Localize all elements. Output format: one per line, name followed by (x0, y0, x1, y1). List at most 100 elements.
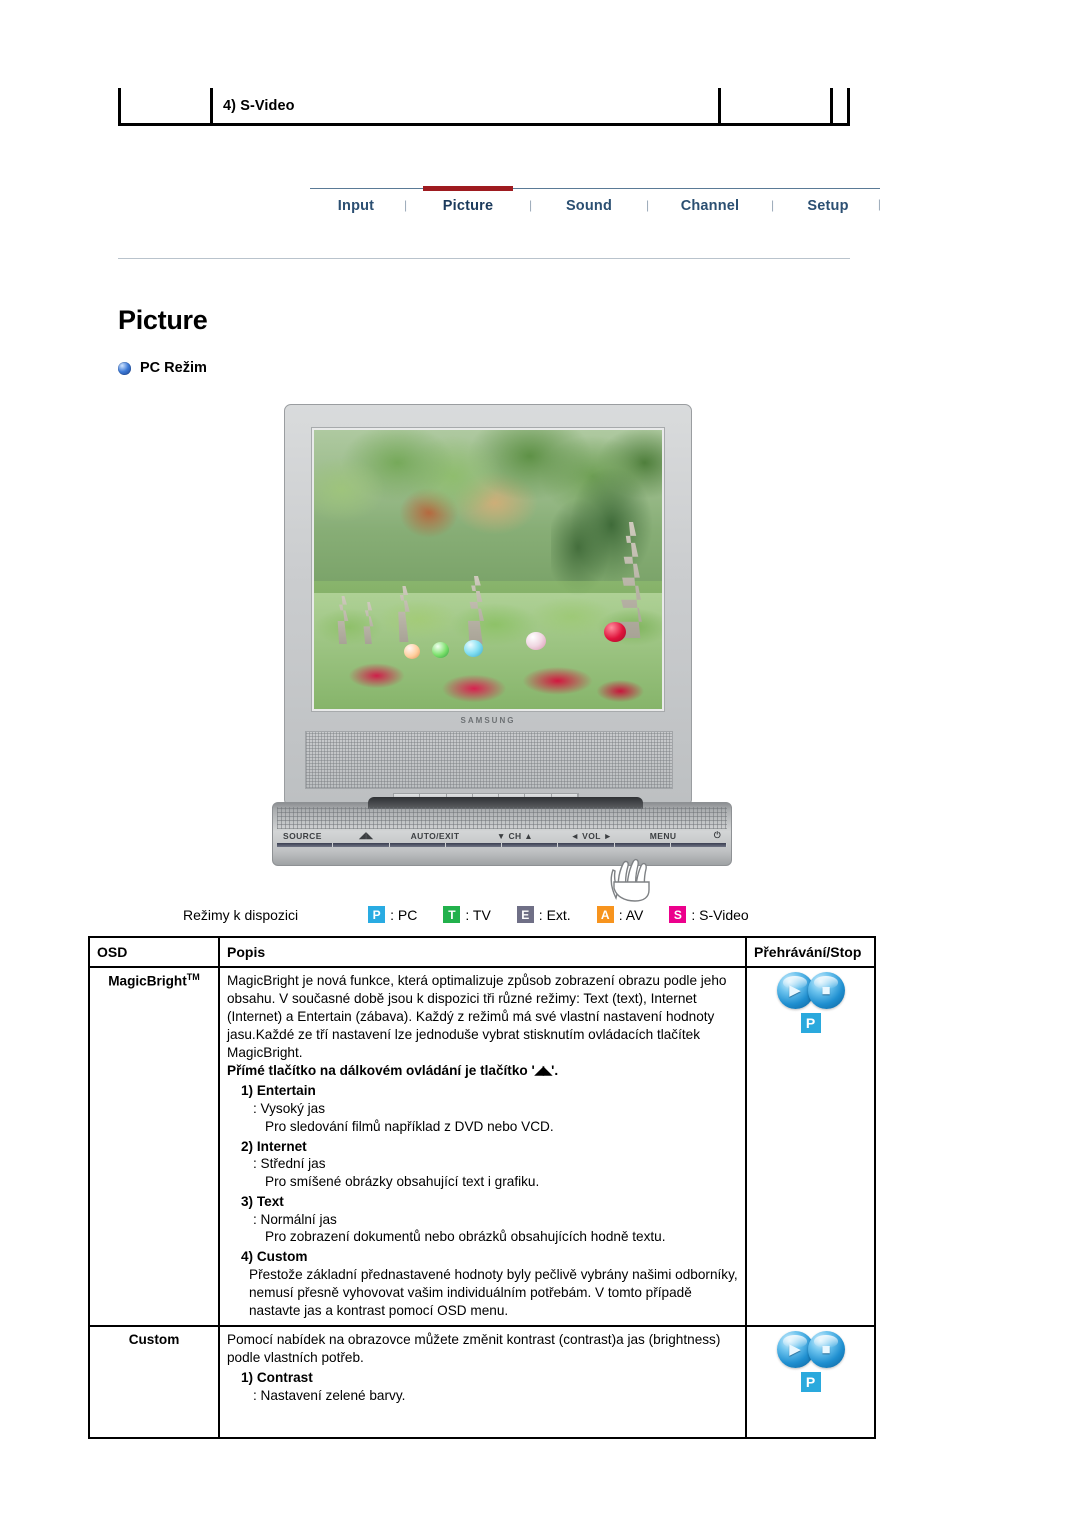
section-nav: Input | Picture | Sound | Channel | Setu… (310, 186, 881, 214)
mode-item-value: : Nastavení zelené barvy. (253, 1387, 406, 1403)
mode-item-value: : Vysoký jas (253, 1100, 326, 1116)
control-volume[interactable]: ◄ VOL ► (571, 831, 613, 841)
mode-item-title: 2) Internet (241, 1138, 307, 1154)
badge-pc-mode-icon: P (800, 1372, 821, 1393)
nav-separator-4: | (770, 198, 775, 212)
monitor-screen (311, 427, 665, 712)
badge-svideo-icon: S (669, 906, 687, 923)
mode-item-value: : Střední jas (253, 1156, 326, 1172)
legend-item-pc: P : PC (368, 906, 417, 923)
monitor-bezel: SAMSUNG (284, 404, 692, 804)
monitor-control-labels: SOURCE ◢◣ AUTO/EXIT ▼ CH ▲ ◄ VOL ► MENU … (283, 830, 721, 841)
legend-item-svideo: S : S-Video (669, 906, 749, 923)
screen-photo-lantern-green (432, 642, 449, 658)
row-osd-name-magicbright: MagicBrightTM (88, 966, 220, 1328)
row-playstop-magicbright: ▶ ■ P (745, 966, 876, 1328)
pointing-hand-icon (610, 858, 650, 902)
mode-item-value: : Normální jas (253, 1211, 337, 1227)
nav-items: Input | Picture | Sound | Channel | Setu… (310, 186, 881, 214)
monitor-control-base: SOURCE ◢◣ AUTO/EXIT ▼ CH ▲ ◄ VOL ► MENU … (272, 797, 732, 866)
screen-photo-lantern-cyan (464, 640, 483, 657)
mode-item-title: 1) Contrast (241, 1370, 313, 1386)
top-table-fragment: 4) S-Video (118, 88, 850, 126)
play-stop-icon-group: ▶ ■ P (776, 1331, 845, 1393)
table-row: MagicBrightTM MagicBright je nová funkce… (88, 966, 876, 1328)
blue-sphere-bullet-icon (118, 361, 131, 375)
content-divider-rule (118, 258, 850, 259)
column-header-osd: OSD (88, 935, 220, 969)
legend-item-av: A : AV (596, 906, 644, 923)
monitor-illustration: SAMSUNG SOURCE ◢◣ AUTO/EXIT ▼ CH ▲ ◄ VOL… (272, 404, 732, 902)
badge-ext-icon: E (516, 906, 534, 923)
screen-photo-shrubs-flowers (314, 580, 662, 709)
table-row: Custom Pomocí nabídek na obrazovce můžet… (88, 1325, 876, 1439)
stop-orb-icon[interactable]: ■ (807, 972, 845, 1010)
power-icon[interactable]: ⏻ (714, 830, 721, 841)
monitor-speaker-grille (305, 731, 673, 789)
control-channel[interactable]: ▼ CH ▲ (497, 831, 533, 841)
top-fragment-cell-2: 4) S-Video (210, 88, 718, 123)
nav-separator-5: | (877, 197, 881, 211)
magicbright-intro-paragraph: MagicBright je nová funkce, která optima… (227, 973, 727, 1060)
badge-pc-mode-icon: P (800, 1013, 821, 1034)
legend-item-tv: T : TV (443, 906, 491, 923)
top-fragment-cell-4 (830, 88, 850, 123)
row-description-custom: Pomocí nabídek na obrazovce můžete změni… (218, 1325, 747, 1439)
screen-photo-lantern-white (526, 632, 546, 650)
screen-photo-lantern-red (604, 622, 626, 642)
column-header-playstop: Přehrávání/Stop (745, 935, 876, 969)
mode-item-title: 3) Text (241, 1193, 284, 1209)
nav-item-input[interactable]: Input (310, 189, 402, 214)
remote-note-pre: Přímé tlačítko na dálkovém ovládání je t… (227, 1063, 535, 1079)
orb-pair: ▶ ■ (776, 1331, 845, 1369)
nav-separator-3: | (645, 198, 650, 212)
top-fragment-cell-1 (118, 88, 210, 123)
nav-item-channel[interactable]: Channel (651, 189, 769, 214)
monitor-base-mesh (277, 807, 727, 829)
monitor-brand-label: SAMSUNG (460, 716, 516, 725)
badge-av-icon: A (596, 906, 614, 923)
control-source[interactable]: SOURCE (283, 831, 322, 841)
screen-photo-lantern-pink (404, 644, 420, 659)
legend-text-ext: : Ext. (538, 906, 571, 923)
legend-text-svideo: : S-Video (691, 906, 749, 923)
page-title: Picture (118, 305, 208, 335)
mode-item-note: Přestože základní přednastavené hodnoty … (249, 1267, 738, 1318)
control-menu[interactable]: MENU (650, 831, 677, 841)
monitor-base-accent-line (277, 843, 727, 847)
available-modes-legend: Režimy k dispozici P : PC T : TV E : Ext… (183, 906, 775, 923)
magicbright-glyph-icon: ◢◣ (534, 1063, 552, 1078)
nav-item-setup[interactable]: Setup (776, 189, 880, 214)
mode-item-title: 4) Custom (241, 1249, 308, 1265)
nav-separator-2: | (528, 198, 533, 212)
badge-pc-icon: P (368, 906, 386, 923)
mode-item-title: 1) Entertain (241, 1083, 316, 1099)
control-auto-exit[interactable]: AUTO/EXIT (411, 831, 460, 841)
badge-tv-icon: T (443, 906, 461, 923)
nav-item-sound[interactable]: Sound (534, 189, 644, 214)
orb-pair: ▶ ■ (776, 972, 845, 1010)
custom-intro-paragraph: Pomocí nabídek na obrazovce můžete změni… (227, 1332, 721, 1366)
row-osd-name-custom: Custom (88, 1325, 220, 1439)
row-playstop-custom: ▶ ■ P (745, 1325, 876, 1439)
mode-item-note: Pro zobrazení dokumentů nebo obrázků obs… (265, 1229, 666, 1245)
row-description-magicbright: MagicBright je nová funkce, která optima… (218, 966, 747, 1328)
legend-text-av: : AV (618, 906, 644, 923)
remote-note-post: '. (551, 1063, 559, 1079)
column-header-description: Popis (218, 935, 747, 969)
trademark-superscript: TM (186, 972, 200, 983)
remote-button-note: Přímé tlačítko na dálkovém ovládání je t… (227, 1062, 738, 1080)
nav-item-picture[interactable]: Picture (409, 186, 527, 214)
legend-text-tv: : TV (465, 906, 491, 923)
mode-item-note: Pro smíšené obrázky obsahující text i gr… (265, 1174, 540, 1190)
stop-orb-icon[interactable]: ■ (807, 1331, 845, 1369)
legend-text-pc: : PC (390, 906, 418, 923)
table-header-row: OSD Popis Přehrávání/Stop (88, 935, 876, 969)
mode-item-note: Pro sledování filmů například z DVD nebo… (265, 1118, 554, 1134)
top-fragment-cell-3 (718, 88, 830, 123)
osd-settings-table: OSD Popis Přehrávání/Stop MagicBrightTM … (88, 935, 876, 1439)
section-heading-row: PC Režim (118, 360, 207, 376)
magicbright-icon[interactable]: ◢◣ (359, 830, 373, 841)
legend-item-ext: E : Ext. (516, 906, 571, 923)
nav-separator-1: | (403, 198, 408, 212)
